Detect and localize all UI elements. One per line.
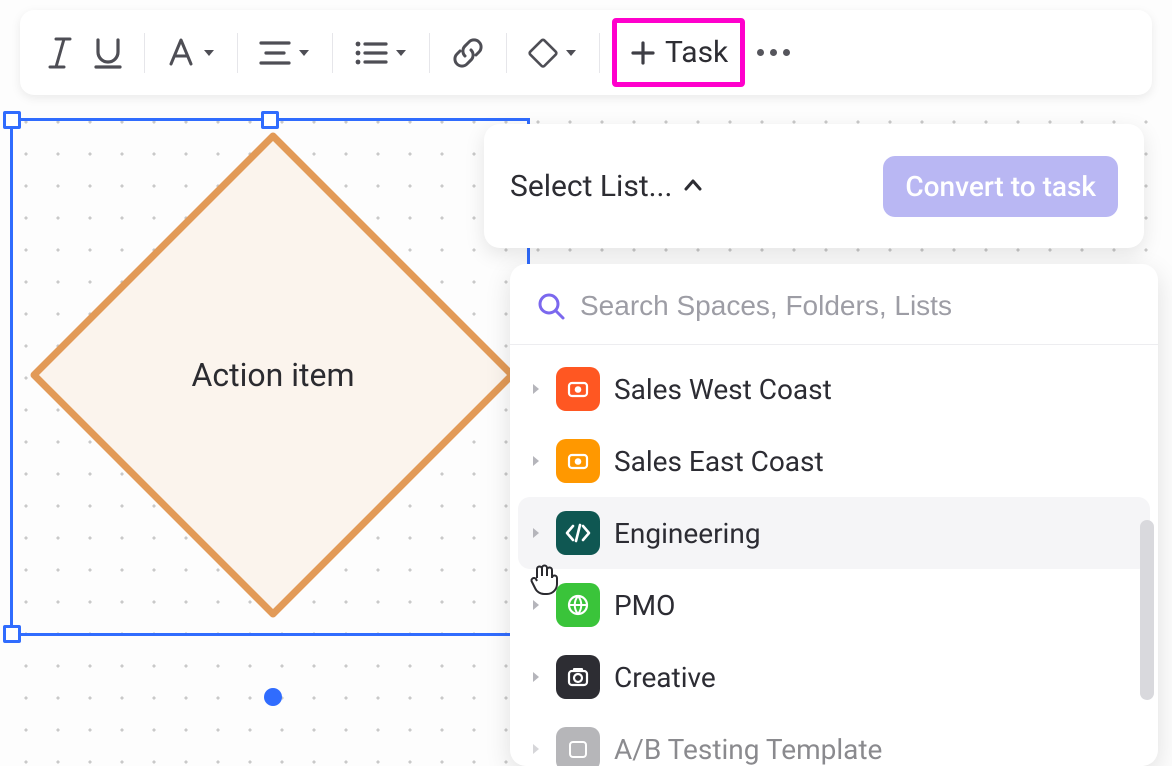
diamond-shape[interactable]: Action item: [26, 128, 520, 622]
convert-button-label: Convert to task: [905, 170, 1096, 203]
toolbar-separator: [332, 33, 333, 73]
chevron-down-icon: [296, 45, 312, 61]
expand-icon: [530, 383, 542, 395]
space-label: Engineering: [614, 517, 761, 550]
space-icon: [556, 439, 600, 483]
scrollbar-thumb[interactable]: [1140, 520, 1154, 700]
select-list-popup: Select List... Convert to task: [484, 124, 1144, 248]
expand-icon: [530, 743, 542, 755]
space-picker-popup: Sales West Coast Sales East Coast Engine…: [510, 264, 1158, 766]
space-item-sales-west[interactable]: Sales West Coast: [518, 353, 1150, 425]
list-button[interactable]: [345, 32, 417, 74]
space-icon: [556, 367, 600, 411]
cursor-hand-icon: [528, 560, 562, 602]
expand-icon: [530, 527, 542, 539]
select-list-label: Select List...: [510, 169, 672, 204]
expand-icon: [530, 671, 542, 683]
search-row: [510, 264, 1158, 345]
space-list: Sales West Coast Sales East Coast Engine…: [510, 345, 1158, 766]
shape-button[interactable]: [519, 31, 587, 75]
space-item-sales-east[interactable]: Sales East Coast: [518, 425, 1150, 497]
add-task-button[interactable]: Task: [612, 18, 745, 87]
resize-handle-bl[interactable]: [3, 625, 21, 643]
task-button-label: Task: [665, 35, 728, 70]
text-color-button[interactable]: [157, 30, 225, 76]
toolbar-separator: [144, 33, 145, 73]
toolbar-separator: [429, 33, 430, 73]
toolbar-separator: [237, 33, 238, 73]
connection-dot[interactable]: [264, 688, 282, 706]
space-icon: [556, 583, 600, 627]
toolbar-separator: [506, 33, 507, 73]
search-input[interactable]: [580, 290, 1132, 322]
space-label: A/B Testing Template: [614, 733, 882, 766]
formatting-toolbar: Task: [20, 10, 1152, 95]
space-item-engineering[interactable]: Engineering: [518, 497, 1150, 569]
chevron-up-icon: [682, 175, 704, 197]
space-icon: [556, 655, 600, 699]
diamond-label: Action item: [191, 356, 354, 394]
chevron-down-icon: [563, 45, 579, 61]
expand-icon: [530, 455, 542, 467]
chevron-down-icon: [393, 45, 409, 61]
space-item-ab-testing[interactable]: A/B Testing Template: [518, 713, 1150, 766]
space-label: Sales West Coast: [614, 373, 832, 406]
space-label: Creative: [614, 661, 716, 694]
space-label: PMO: [614, 589, 675, 622]
more-button[interactable]: [757, 49, 790, 56]
space-item-pmo[interactable]: PMO: [518, 569, 1150, 641]
underline-button[interactable]: [84, 30, 132, 76]
link-button[interactable]: [442, 29, 494, 77]
space-icon: [556, 727, 600, 766]
convert-to-task-button[interactable]: Convert to task: [883, 156, 1118, 217]
resize-handle-tl[interactable]: [3, 111, 21, 129]
search-icon: [536, 291, 566, 321]
chevron-down-icon: [201, 45, 217, 61]
plus-icon: [629, 39, 657, 67]
select-list-dropdown[interactable]: Select List...: [510, 169, 704, 204]
space-label: Sales East Coast: [614, 445, 824, 478]
space-icon: [556, 511, 600, 555]
toolbar-separator: [599, 33, 600, 73]
align-button[interactable]: [250, 32, 320, 74]
resize-handle-tm[interactable]: [261, 111, 279, 129]
space-item-creative[interactable]: Creative: [518, 641, 1150, 713]
italic-button[interactable]: [38, 30, 82, 76]
